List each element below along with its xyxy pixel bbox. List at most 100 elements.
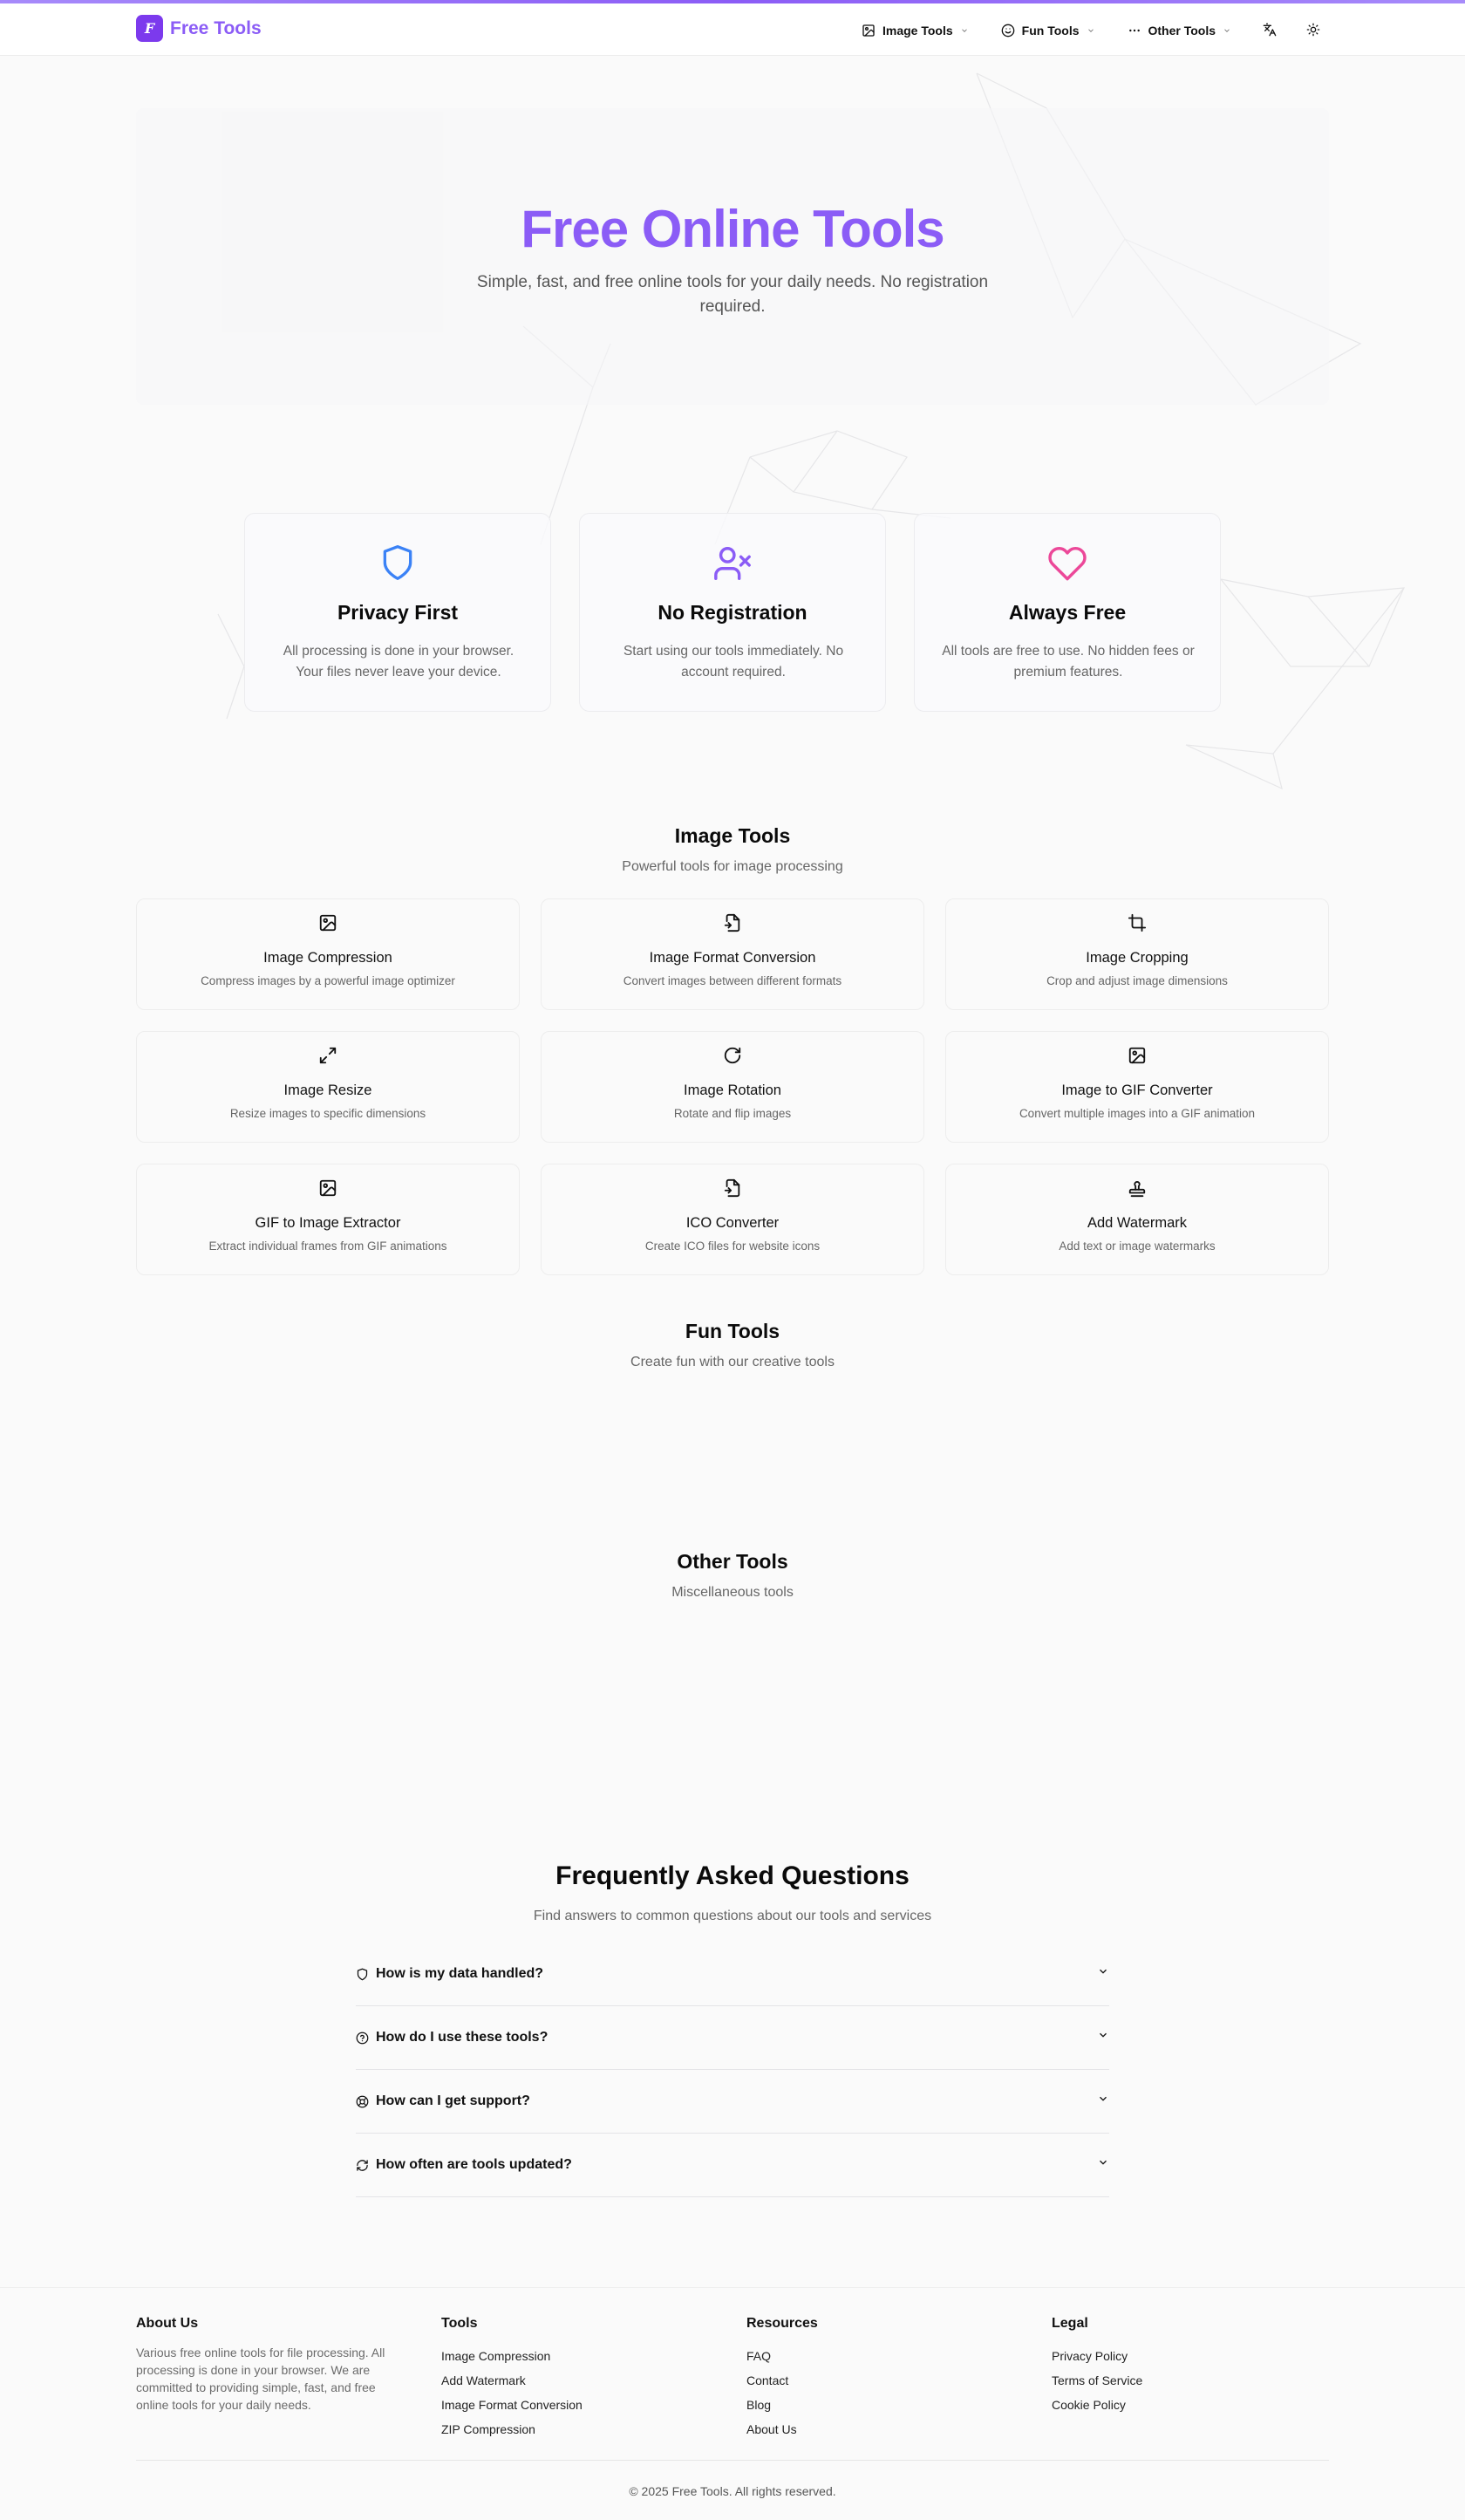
copyright: © 2025 Free Tools. All rights reserved.	[629, 2484, 836, 2498]
site-footer: About Us Various free online tools for f…	[0, 2287, 1465, 2520]
tool-image-compression[interactable]: Image Compression Compress images by a p…	[136, 898, 520, 1010]
lifebuoy-icon	[356, 2095, 369, 2107]
footer-link[interactable]: Contact	[746, 2368, 1008, 2393]
footer-link[interactable]: Cookie Policy	[1052, 2393, 1313, 2417]
tool-desc: Create ICO files for website icons	[644, 1240, 821, 1253]
translate-icon[interactable]	[1259, 19, 1280, 40]
tool-image-to-gif[interactable]: Image to GIF Converter Convert multiple …	[945, 1031, 1329, 1143]
tool-desc: Compress images by a powerful image opti…	[201, 974, 455, 987]
logo[interactable]: F Free Tools	[136, 15, 262, 42]
footer-link[interactable]: Add Watermark	[441, 2368, 703, 2393]
chevron-down-icon	[1087, 29, 1094, 32]
logo-text: Free Tools	[170, 17, 262, 38]
hero-subtitle: Simple, fast, and free online tools for …	[476, 273, 989, 316]
faq-subtitle: Find answers to common questions about o…	[533, 1909, 932, 1923]
tool-name: Add Watermark	[1087, 1215, 1187, 1231]
nav-fun-tools[interactable]: Fun Tools	[1001, 19, 1095, 42]
smile-icon	[1001, 24, 1014, 38]
footer-about-text: Various free online tools for file proce…	[136, 2346, 385, 2412]
feature-title: No Registration	[658, 601, 807, 624]
footer-link[interactable]: About Us	[746, 2417, 1008, 2441]
tool-ico-converter[interactable]: ICO Converter Create ICO files for websi…	[541, 1164, 924, 1275]
fun-tools-title: Fun Tools	[685, 1320, 780, 1342]
tool-desc: Extract individual frames from GIF anima…	[208, 1240, 447, 1253]
faq-item-data[interactable]: How is my data handled?	[356, 1943, 1109, 2006]
nav-label: Other Tools	[1148, 24, 1216, 38]
refresh-icon	[357, 2159, 368, 2171]
feature-privacy-first: Privacy First All processing is done in …	[244, 513, 551, 712]
footer-link[interactable]: Terms of Service	[1052, 2368, 1313, 2393]
footer-link[interactable]: FAQ	[746, 2344, 1008, 2368]
file-convert-icon	[724, 1178, 740, 1198]
tool-name: Image Format Conversion	[649, 950, 816, 966]
faq-item-support[interactable]: How can I get support?	[356, 2070, 1109, 2134]
tool-desc: Convert images between different formats	[623, 974, 842, 987]
tool-name: Image Compression	[263, 950, 392, 966]
footer-heading: Resources	[746, 2316, 818, 2331]
nav-image-tools[interactable]: Image Tools	[862, 19, 969, 42]
nav-other-tools[interactable]: Other Tools	[1128, 19, 1232, 42]
image-icon	[862, 24, 875, 37]
footer-link[interactable]: ZIP Compression	[441, 2417, 703, 2441]
footer-resources: Resources FAQ Contact Blog About Us	[746, 2316, 1008, 2441]
feature-text: All processing is done in your browser. …	[283, 644, 514, 680]
footer-link[interactable]: Privacy Policy	[1052, 2344, 1313, 2368]
tool-desc: Resize images to specific dimensions	[229, 1107, 426, 1120]
faq-question: How can I get support?	[376, 2093, 530, 2108]
tool-image-cropping[interactable]: Image Cropping Crop and adjust image dim…	[945, 898, 1329, 1010]
tool-name: ICO Converter	[685, 1215, 780, 1231]
tool-desc: Add text or image watermarks	[1059, 1240, 1216, 1253]
tool-image-rotation[interactable]: Image Rotation Rotate and flip images	[541, 1031, 924, 1143]
expand-icon	[319, 1047, 337, 1064]
file-convert-icon	[724, 913, 740, 932]
chevron-down-icon	[1224, 29, 1230, 32]
faq-item-updates[interactable]: How often are tools updated?	[356, 2134, 1109, 2197]
image-tools-subtitle: Powerful tools for image processing	[622, 859, 843, 874]
theme-sun-icon[interactable]	[1303, 19, 1324, 40]
footer-link[interactable]: Blog	[746, 2393, 1008, 2417]
tool-desc: Rotate and flip images	[673, 1107, 792, 1120]
chevron-down-icon	[1100, 2160, 1107, 2165]
header-actions	[1259, 19, 1324, 40]
footer-link[interactable]: Image Format Conversion	[441, 2393, 703, 2417]
stamp-icon	[1128, 1181, 1146, 1198]
rotate-icon	[724, 1047, 741, 1064]
image-tools-title: Image Tools	[674, 824, 791, 847]
user-x-icon	[714, 547, 751, 580]
tool-add-watermark[interactable]: Add Watermark Add text or image watermar…	[945, 1164, 1329, 1275]
hero-title: Free Online Tools	[521, 200, 944, 258]
footer-legal: Legal Privacy Policy Terms of Service Co…	[1052, 2316, 1313, 2417]
footer-tools: Tools Image Compression Add Watermark Im…	[441, 2316, 703, 2441]
footer-heading: Tools	[441, 2316, 478, 2331]
feature-title: Always Free	[1008, 601, 1127, 624]
chevron-down-icon	[1100, 1969, 1107, 1974]
footer-divider	[136, 2460, 1329, 2461]
chevron-down-icon	[1100, 2032, 1107, 2038]
tool-name: Image Resize	[283, 1082, 372, 1098]
feature-no-registration: No Registration Start using our tools im…	[579, 513, 886, 712]
feature-text: All tools are free to use. No hidden fee…	[942, 644, 1195, 680]
crop-icon	[1128, 913, 1147, 932]
chevron-down-icon	[961, 29, 967, 32]
faq-question: How often are tools updated?	[376, 2157, 572, 2172]
feature-title: Privacy First	[337, 601, 459, 624]
image-icon	[319, 914, 337, 932]
tool-name: GIF to Image Extractor	[255, 1215, 401, 1231]
chevron-down-icon	[1100, 2096, 1107, 2101]
feature-text: Start using our tools immediately. No ac…	[623, 644, 844, 680]
help-circle-icon	[356, 2032, 369, 2044]
faq-item-usage[interactable]: How do I use these tools?	[356, 2006, 1109, 2070]
tool-name: Image Cropping	[1086, 950, 1189, 966]
tool-image-resize[interactable]: Image Resize Resize images to specific d…	[136, 1031, 520, 1143]
heart-icon	[1048, 547, 1087, 581]
more-icon	[1128, 29, 1140, 32]
faq-question: How is my data handled?	[376, 1966, 544, 1981]
tool-gif-to-image[interactable]: GIF to Image Extractor Extract individua…	[136, 1164, 520, 1275]
fun-tools-subtitle: Create fun with our creative tools	[630, 1355, 835, 1369]
footer-about: About Us Various free online tools for f…	[136, 2316, 398, 2414]
faq-title: Frequently Asked Questions	[555, 1861, 910, 1890]
footer-link[interactable]: Image Compression	[441, 2344, 703, 2368]
shield-icon	[383, 545, 412, 580]
tool-name: Image to GIF Converter	[1061, 1082, 1213, 1098]
tool-image-format-conversion[interactable]: Image Format Conversion Convert images b…	[541, 898, 924, 1010]
